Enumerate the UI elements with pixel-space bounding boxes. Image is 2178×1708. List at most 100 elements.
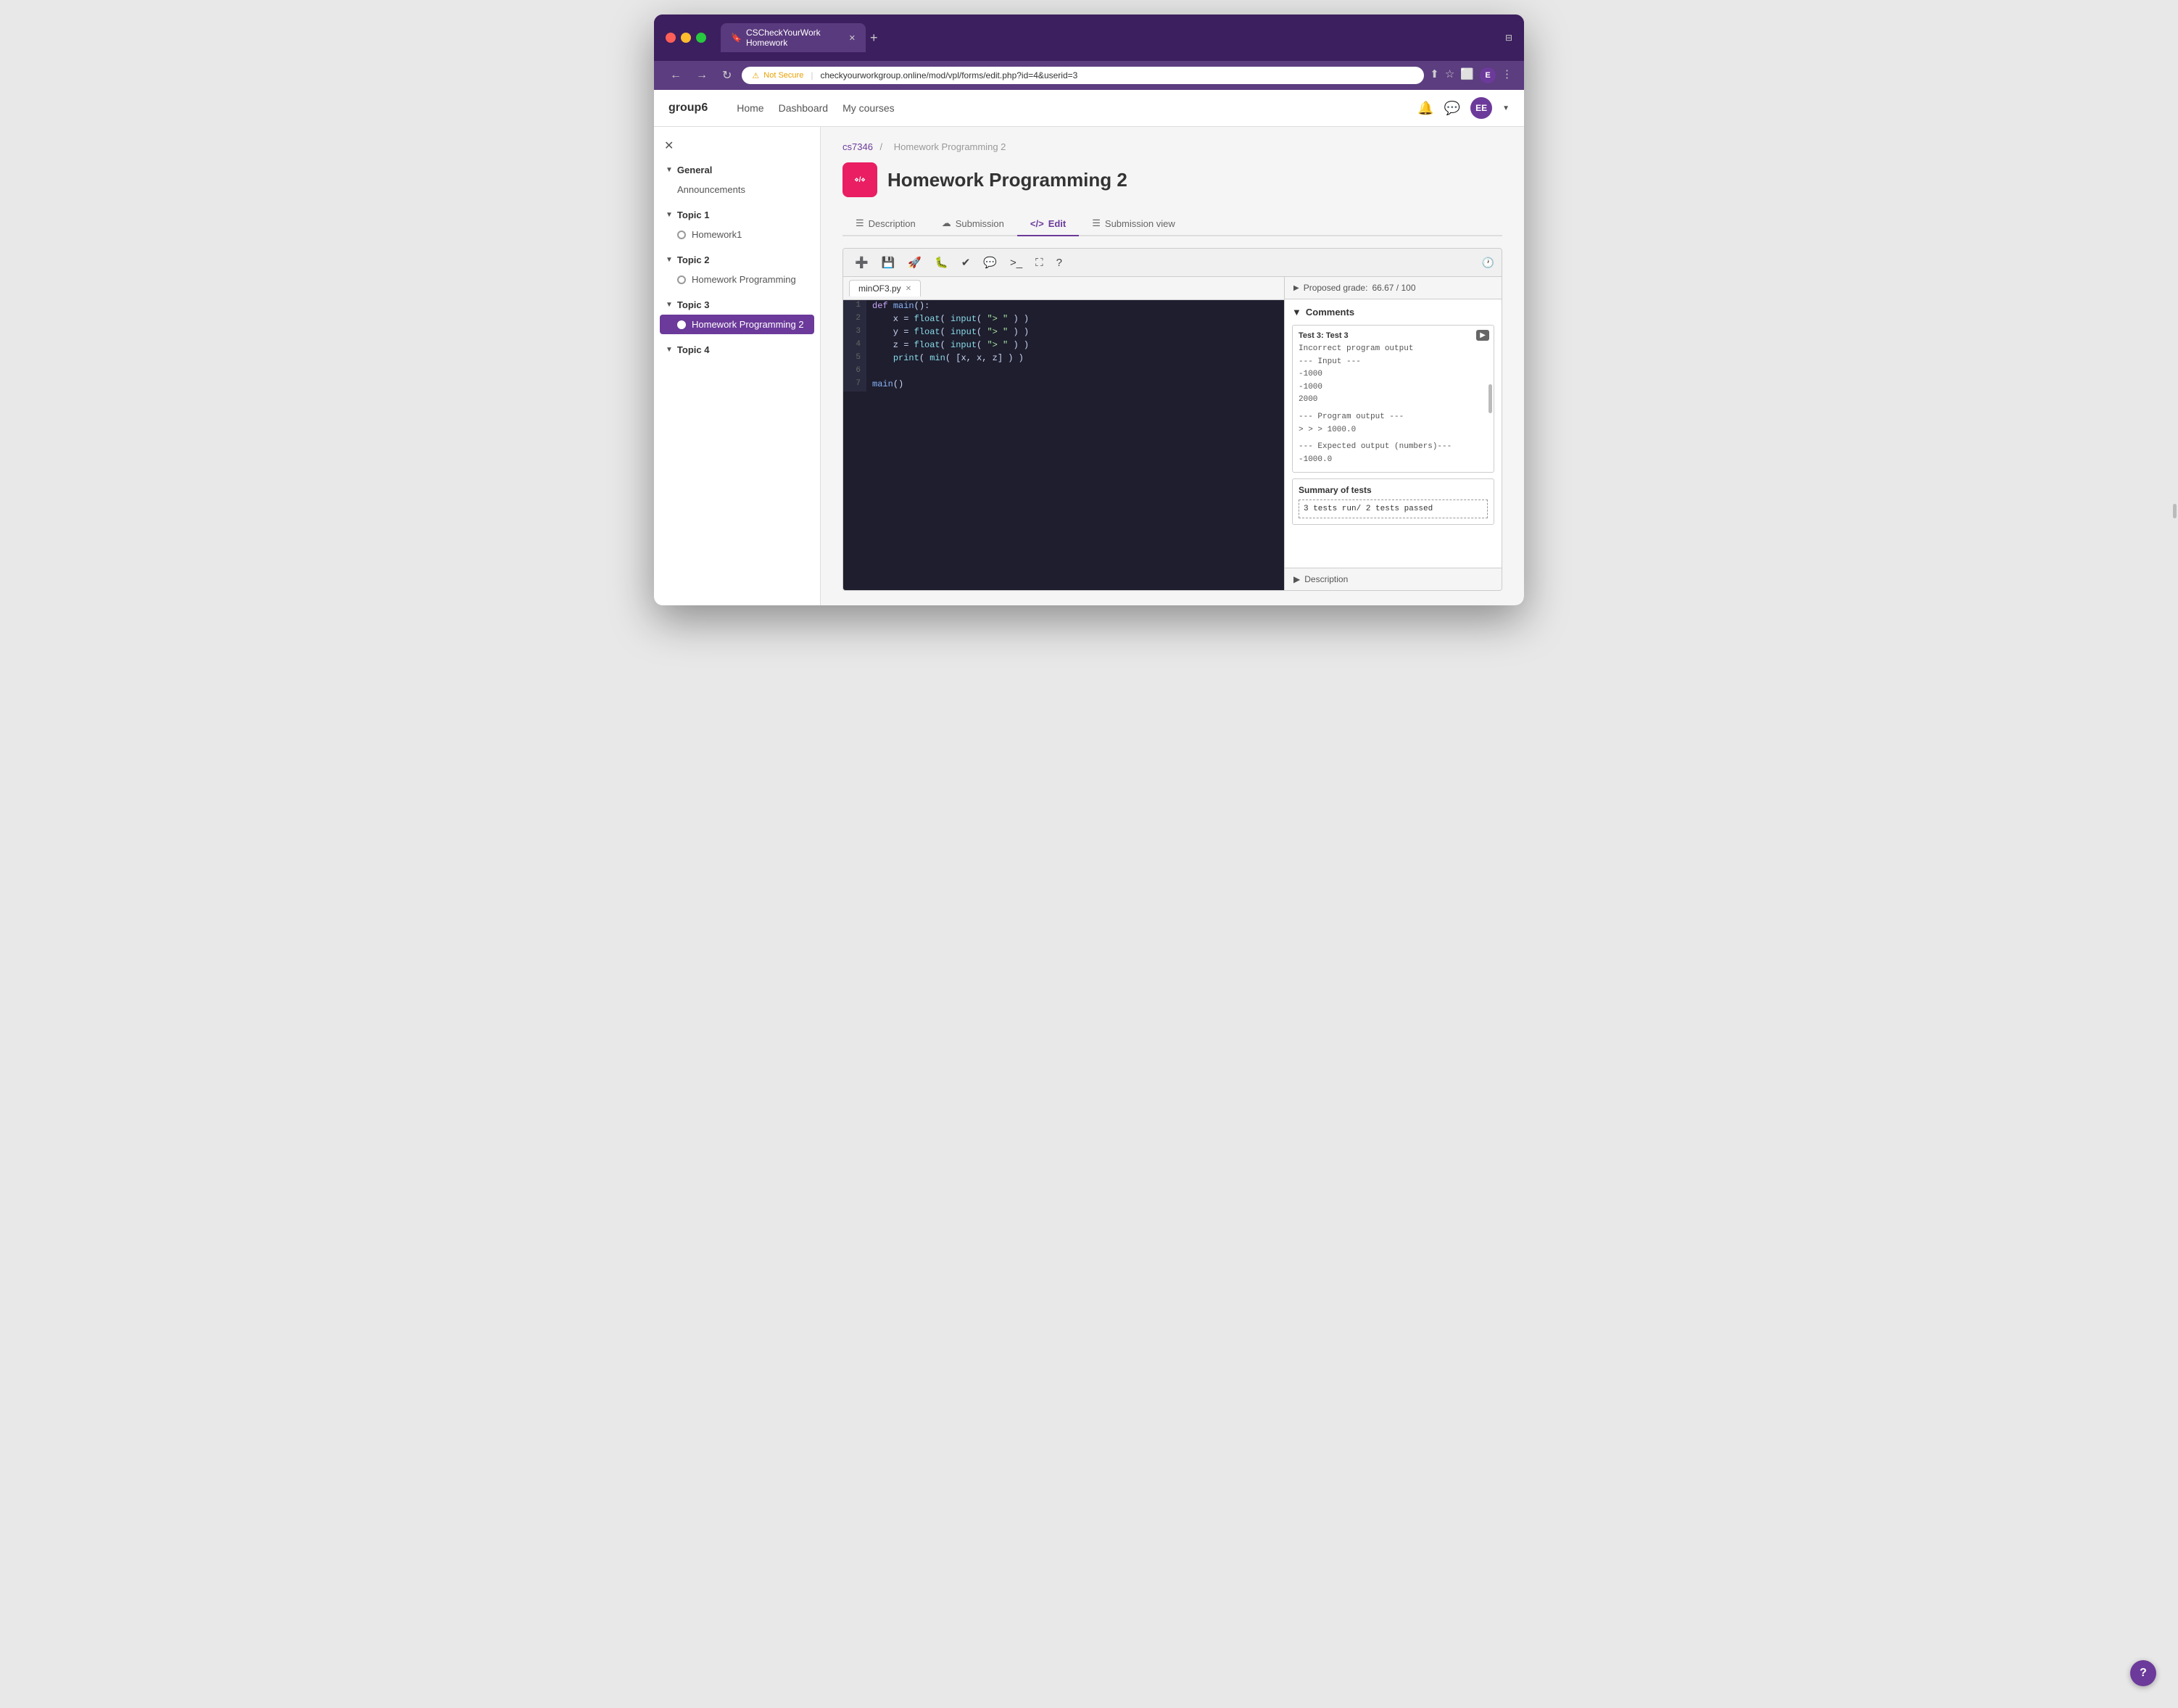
security-label: Not Secure [763, 71, 803, 80]
test3-input-values: -1000 -1000 2000 [1299, 368, 1488, 407]
line-content: x = float( input( "> " ) ) [866, 313, 1284, 326]
vpl-label: ⋄/⋄ [854, 176, 865, 184]
profile-icon[interactable]: E [1480, 67, 1496, 83]
toolbar-help-button[interactable]: ? [1052, 254, 1067, 272]
address-bar[interactable]: ⚠ Not Secure | checkyourworkgroup.online… [742, 67, 1424, 84]
tab-submission-icon: ☁ [942, 217, 951, 229]
tab-submission-view[interactable]: ☰ Submission view [1079, 212, 1188, 236]
share-icon[interactable]: ⬆ [1430, 67, 1439, 83]
radio-icon [677, 320, 686, 329]
new-tab-button[interactable]: + [870, 30, 878, 46]
sidebar-item-hw-programming2[interactable]: Homework Programming 2 [660, 315, 814, 334]
address-url: checkyourworkgroup.online/mod/vpl/forms/… [820, 70, 1077, 80]
tab-close-icon[interactable]: ✕ [849, 33, 856, 43]
file-tab-minof3[interactable]: minOF3.py ✕ [849, 280, 921, 297]
close-button[interactable] [666, 33, 676, 43]
test3-copy-button[interactable]: ▶ [1476, 330, 1489, 341]
toolbar-buttons: ➕ 💾 🚀 🐛 ✔ 💬 >_ ⛶ ? [850, 253, 1067, 272]
bookmark-icon[interactable]: ☆ [1445, 67, 1454, 83]
tab-bar: 🔖 CSCheckYourWork Homework ✕ + [721, 23, 1498, 52]
code-panel: minOF3.py ✕ 1 def main(): [843, 277, 1284, 590]
editor-area: minOF3.py ✕ 1 def main(): [843, 277, 1502, 590]
sidebar-section-header-topic1[interactable]: ▼ Topic 1 [654, 205, 820, 225]
main-layout: ✕ ▼ General Announcements ▼ To [654, 127, 1524, 605]
sidebar-item-hw-programming[interactable]: Homework Programming [654, 270, 820, 289]
user-avatar[interactable]: EE [1470, 97, 1492, 119]
forward-button[interactable]: → [692, 66, 712, 85]
minimize-button[interactable] [681, 33, 691, 43]
file-tab-name: minOF3.py [858, 283, 901, 294]
file-tab-close-icon[interactable]: ✕ [906, 285, 911, 293]
sidebar-close-button[interactable]: ✕ [654, 134, 820, 157]
test3-expected-value: -1000.0 [1299, 454, 1488, 467]
notification-icon[interactable]: 🔔 [1417, 101, 1433, 116]
line-content: z = float( input( "> " ) ) [866, 339, 1284, 352]
sidebar-section-header-topic3[interactable]: ▼ Topic 3 [654, 295, 820, 315]
toolbar-evaluate-button[interactable]: ✔ [957, 253, 975, 272]
sidebar-section-header-topic2[interactable]: ▼ Topic 2 [654, 250, 820, 270]
toolbar-run-button[interactable]: 🚀 [903, 253, 926, 272]
line-content: print( min( [x, x, z] ) ) [866, 352, 1284, 365]
refresh-button[interactable]: ↻ [718, 65, 736, 86]
test3-scrollbar[interactable] [1488, 384, 1492, 413]
sidebar-item-announcements[interactable]: Announcements [654, 180, 820, 199]
sidebar-item-label: Homework Programming [692, 274, 796, 285]
code-line-4: 4 z = float( input( "> " ) ) [843, 339, 1284, 352]
toolbar-clock: 🕐 [1482, 257, 1494, 269]
line-content: main() [866, 378, 1284, 391]
toolbar-debug-button[interactable]: 🐛 [930, 253, 953, 272]
browser-tab[interactable]: 🔖 CSCheckYourWork Homework ✕ [721, 23, 866, 52]
nav-dashboard[interactable]: Dashboard [779, 102, 829, 114]
nav-courses[interactable]: My courses [842, 102, 895, 114]
toolbar-comment-button[interactable]: 💬 [979, 253, 1001, 272]
maximize-button[interactable] [696, 33, 706, 43]
editor-container: ➕ 💾 🚀 🐛 ✔ 💬 >_ ⛶ ? 🕐 [842, 248, 1502, 591]
tab-submission-view-icon: ☰ [1092, 217, 1101, 229]
chevron-icon: ▼ [666, 166, 673, 174]
sidebar-section-header-general[interactable]: ▼ General [654, 160, 820, 180]
tab-submission-view-label: Submission view [1105, 218, 1175, 229]
breadcrumb-course[interactable]: cs7346 [842, 141, 873, 152]
user-menu-chevron[interactable]: ▼ [1502, 104, 1510, 112]
tab-submission[interactable]: ☁ Submission [929, 212, 1017, 236]
sidebar-item-homework1[interactable]: Homework1 [654, 225, 820, 244]
line-number: 2 [843, 313, 866, 326]
sidebar-section-topic2: ▼ Topic 2 Homework Programming [654, 247, 820, 292]
comments-title: ▼ Comments [1292, 307, 1494, 318]
page-header: ⋄/⋄ Homework Programming 2 [842, 162, 1502, 197]
toolbar-save-button[interactable]: 💾 [877, 253, 900, 272]
sidebar-section-topic3: ▼ Topic 3 Homework Programming 2 [654, 292, 820, 337]
tab-favicon: 🔖 [731, 33, 742, 43]
chat-icon[interactable]: 💬 [1444, 101, 1460, 116]
back-button[interactable]: ← [666, 66, 686, 85]
grade-collapse-icon[interactable]: ▶ [1293, 284, 1299, 292]
more-options-icon[interactable]: ⋮ [1502, 67, 1512, 83]
toolbar-fullscreen-button[interactable]: ⛶ [1031, 254, 1048, 272]
sidebar-section-label: Topic 3 [677, 299, 710, 310]
comments-label: Comments [1306, 307, 1354, 318]
extensions-icon[interactable]: ⬜ [1460, 67, 1474, 83]
sidebar-item-label: Announcements [677, 184, 745, 195]
help-button[interactable]: ? [2130, 1660, 2156, 1686]
browser-nav-icons: ⬆ ☆ ⬜ E ⋮ [1430, 67, 1512, 83]
test3-body: Incorrect program output --- Input --- -… [1299, 343, 1488, 466]
tab-description[interactable]: ☰ Description [842, 212, 929, 236]
sidebar-section-label: Topic 2 [677, 254, 710, 265]
code-editor[interactable]: 1 def main(): 2 x = float( input( "> " )… [843, 300, 1284, 590]
code-line-6: 6 [843, 365, 1284, 378]
breadcrumb: cs7346 / Homework Programming 2 [842, 141, 1502, 152]
sidebar: ✕ ▼ General Announcements ▼ To [654, 127, 821, 605]
line-content: def main(): [866, 300, 1284, 313]
toolbar-terminal-button[interactable]: >_ [1006, 254, 1027, 272]
nav-home[interactable]: Home [737, 102, 763, 114]
tab-edit[interactable]: </> Edit [1017, 212, 1079, 236]
security-icon: ⚠ [752, 71, 759, 80]
sidebar-section-header-topic4[interactable]: ▼ Topic 4 [654, 340, 820, 360]
tab-title: CSCheckYourWork Homework [746, 28, 845, 48]
test3-expected-label: --- Expected output (numbers)--- [1299, 441, 1488, 454]
comments-collapse-icon[interactable]: ▼ [1292, 307, 1301, 318]
chevron-icon: ▼ [666, 211, 673, 219]
toolbar-add-button[interactable]: ➕ [850, 253, 873, 272]
browser-titlebar: 🔖 CSCheckYourWork Homework ✕ + ⊟ [654, 14, 1524, 61]
description-collapse-icon[interactable]: ▶ [1293, 574, 1300, 584]
